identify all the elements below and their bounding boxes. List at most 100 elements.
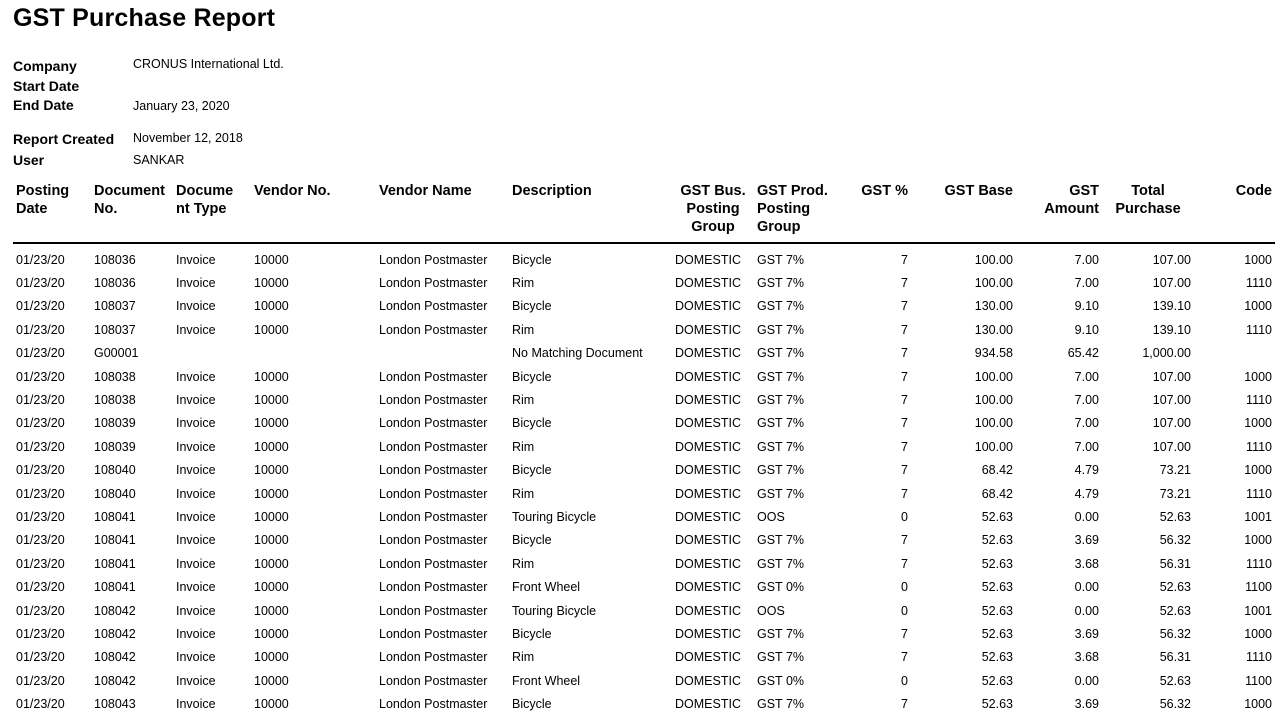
cell-description: No Matching Document xyxy=(512,346,643,361)
cell-posting-date: 01/23/20 xyxy=(16,416,65,431)
cell-code: 1001 xyxy=(1244,509,1272,524)
company-label: Company xyxy=(13,58,77,74)
cell-description: Front Wheel xyxy=(512,673,581,688)
cell-gst-percent: 7 xyxy=(901,416,908,431)
cell-description: Rim xyxy=(512,486,535,501)
cell-gst-bus-posting-group: DOMESTIC xyxy=(675,276,741,291)
cell-description: Rim xyxy=(512,650,535,665)
cell-gst-base: 68.42 xyxy=(981,486,1013,501)
col-header-document-no: Document No. xyxy=(91,180,173,244)
cell-gst-bus-posting-group: DOMESTIC xyxy=(675,299,741,314)
cell-gst-percent: 7 xyxy=(901,463,908,478)
cell-vendor-name: London Postmaster xyxy=(379,439,488,454)
table-row: 01/23/20 108042 Invoice 10000 London Postmas… xyxy=(13,622,1275,645)
cell-gst-amount: 7.00 xyxy=(1074,276,1099,291)
cell-posting-date: 01/23/20 xyxy=(16,556,65,571)
cell-vendor-name: London Postmaster xyxy=(379,650,488,665)
cell-posting-date: 01/23/20 xyxy=(16,439,65,454)
cell-gst-base: 52.63 xyxy=(981,673,1013,688)
cell-vendor-no: 10000 xyxy=(254,650,289,665)
cell-total-purchase: 52.63 xyxy=(1159,673,1191,688)
table-row: 01/23/20 108036 Invoice 10000 London Postmas… xyxy=(13,243,1275,271)
cell-code: 1000 xyxy=(1244,299,1272,314)
table-row: 01/23/20 108042 Invoice 10000 London Postmas… xyxy=(13,646,1275,669)
cell-gst-amount: 7.00 xyxy=(1074,393,1099,408)
cell-gst-bus-posting-group: DOMESTIC xyxy=(675,697,741,712)
cell-gst-prod-posting-group: GST 7% xyxy=(757,556,805,571)
table-row: 01/23/20 108036 Invoice 10000 London Postmas… xyxy=(13,271,1275,294)
cell-vendor-no: 10000 xyxy=(254,533,289,548)
cell-document-no: 108039 xyxy=(94,416,136,431)
table-row: 01/23/20 108041 Invoice 10000 London Postmas… xyxy=(13,529,1275,552)
cell-total-purchase: 52.63 xyxy=(1159,603,1191,618)
cell-document-no: 108040 xyxy=(94,486,136,501)
cell-gst-bus-posting-group: DOMESTIC xyxy=(675,650,741,665)
cell-code: 1000 xyxy=(1244,416,1272,431)
cell-vendor-name: London Postmaster xyxy=(379,509,488,524)
cell-vendor-no: 10000 xyxy=(254,509,289,524)
cell-code: 1000 xyxy=(1244,697,1272,712)
cell-gst-base: 100.00 xyxy=(974,276,1013,291)
cell-document-type: Invoice xyxy=(176,439,216,454)
cell-posting-date: 01/23/20 xyxy=(16,626,65,641)
cell-gst-percent: 7 xyxy=(901,393,908,408)
cell-document-no: G00001 xyxy=(94,346,139,361)
cell-vendor-name: London Postmaster xyxy=(379,556,488,571)
table-row: 01/23/20 108038 Invoice 10000 London Postmas… xyxy=(13,388,1275,411)
cell-posting-date: 01/23/20 xyxy=(16,509,65,524)
cell-vendor-name: London Postmaster xyxy=(379,533,488,548)
cell-gst-base: 100.00 xyxy=(974,252,1013,267)
cell-document-no: 108043 xyxy=(94,697,136,712)
cell-vendor-no xyxy=(251,342,376,365)
cell-gst-base: 52.63 xyxy=(981,533,1013,548)
cell-gst-base: 52.63 xyxy=(981,626,1013,641)
cell-posting-date: 01/23/20 xyxy=(16,346,65,361)
col-header-gst-prod-posting-group: GST Prod. Posting Group xyxy=(754,180,844,244)
cell-code: 1110 xyxy=(1246,276,1272,291)
cell-vendor-name: London Postmaster xyxy=(379,697,488,712)
cell-description: Rim xyxy=(512,322,535,337)
cell-gst-amount: 3.69 xyxy=(1074,626,1099,641)
table-row: 01/23/20 108043 Invoice 10000 London Postmas… xyxy=(13,692,1275,715)
cell-vendor-name: London Postmaster xyxy=(379,580,488,595)
cell-gst-prod-posting-group: GST 7% xyxy=(757,252,805,267)
cell-total-purchase: 73.21 xyxy=(1159,463,1191,478)
cell-total-purchase: 107.00 xyxy=(1152,439,1191,454)
cell-total-purchase: 52.63 xyxy=(1159,509,1191,524)
cell-vendor-name: London Postmaster xyxy=(379,276,488,291)
col-header-vendor-no: Vendor No. xyxy=(251,180,376,244)
cell-posting-date: 01/23/20 xyxy=(16,299,65,314)
table-row: 01/23/20 108037 Invoice 10000 London Postmas… xyxy=(13,318,1275,341)
cell-vendor-no: 10000 xyxy=(254,603,289,618)
cell-gst-bus-posting-group: DOMESTIC xyxy=(675,486,741,501)
cell-code: 1110 xyxy=(1246,393,1272,408)
cell-document-type: Invoice xyxy=(176,626,216,641)
cell-gst-prod-posting-group: GST 7% xyxy=(757,299,805,314)
cell-code: 1110 xyxy=(1246,486,1272,501)
cell-description: Bicycle xyxy=(512,697,552,712)
col-header-document-type: Docume nt Type xyxy=(173,180,251,244)
cell-gst-base: 52.63 xyxy=(981,556,1013,571)
cell-description: Bicycle xyxy=(512,463,552,478)
cell-posting-date: 01/23/20 xyxy=(16,580,65,595)
cell-gst-amount: 7.00 xyxy=(1074,252,1099,267)
cell-document-no: 108041 xyxy=(94,533,136,548)
cell-document-type: Invoice xyxy=(176,697,216,712)
cell-gst-percent: 7 xyxy=(901,322,908,337)
cell-document-type: Invoice xyxy=(176,393,216,408)
cell-gst-amount: 3.68 xyxy=(1074,650,1099,665)
cell-vendor-name: London Postmaster xyxy=(379,463,488,478)
cell-vendor-name: London Postmaster xyxy=(379,673,488,688)
cell-gst-prod-posting-group: OOS xyxy=(757,603,785,618)
cell-gst-percent: 7 xyxy=(901,369,908,384)
cell-gst-amount: 4.79 xyxy=(1074,486,1099,501)
cell-gst-prod-posting-group: GST 7% xyxy=(757,393,805,408)
cell-total-purchase: 56.32 xyxy=(1159,626,1191,641)
table-row: 01/23/20 G00001 No Matching Document DOMEST… xyxy=(13,342,1275,365)
cell-gst-amount: 3.69 xyxy=(1074,533,1099,548)
cell-gst-amount: 65.42 xyxy=(1067,346,1099,361)
cell-total-purchase: 107.00 xyxy=(1152,369,1191,384)
cell-document-no: 108042 xyxy=(94,650,136,665)
cell-document-no: 108039 xyxy=(94,439,136,454)
cell-gst-bus-posting-group: DOMESTIC xyxy=(675,580,741,595)
